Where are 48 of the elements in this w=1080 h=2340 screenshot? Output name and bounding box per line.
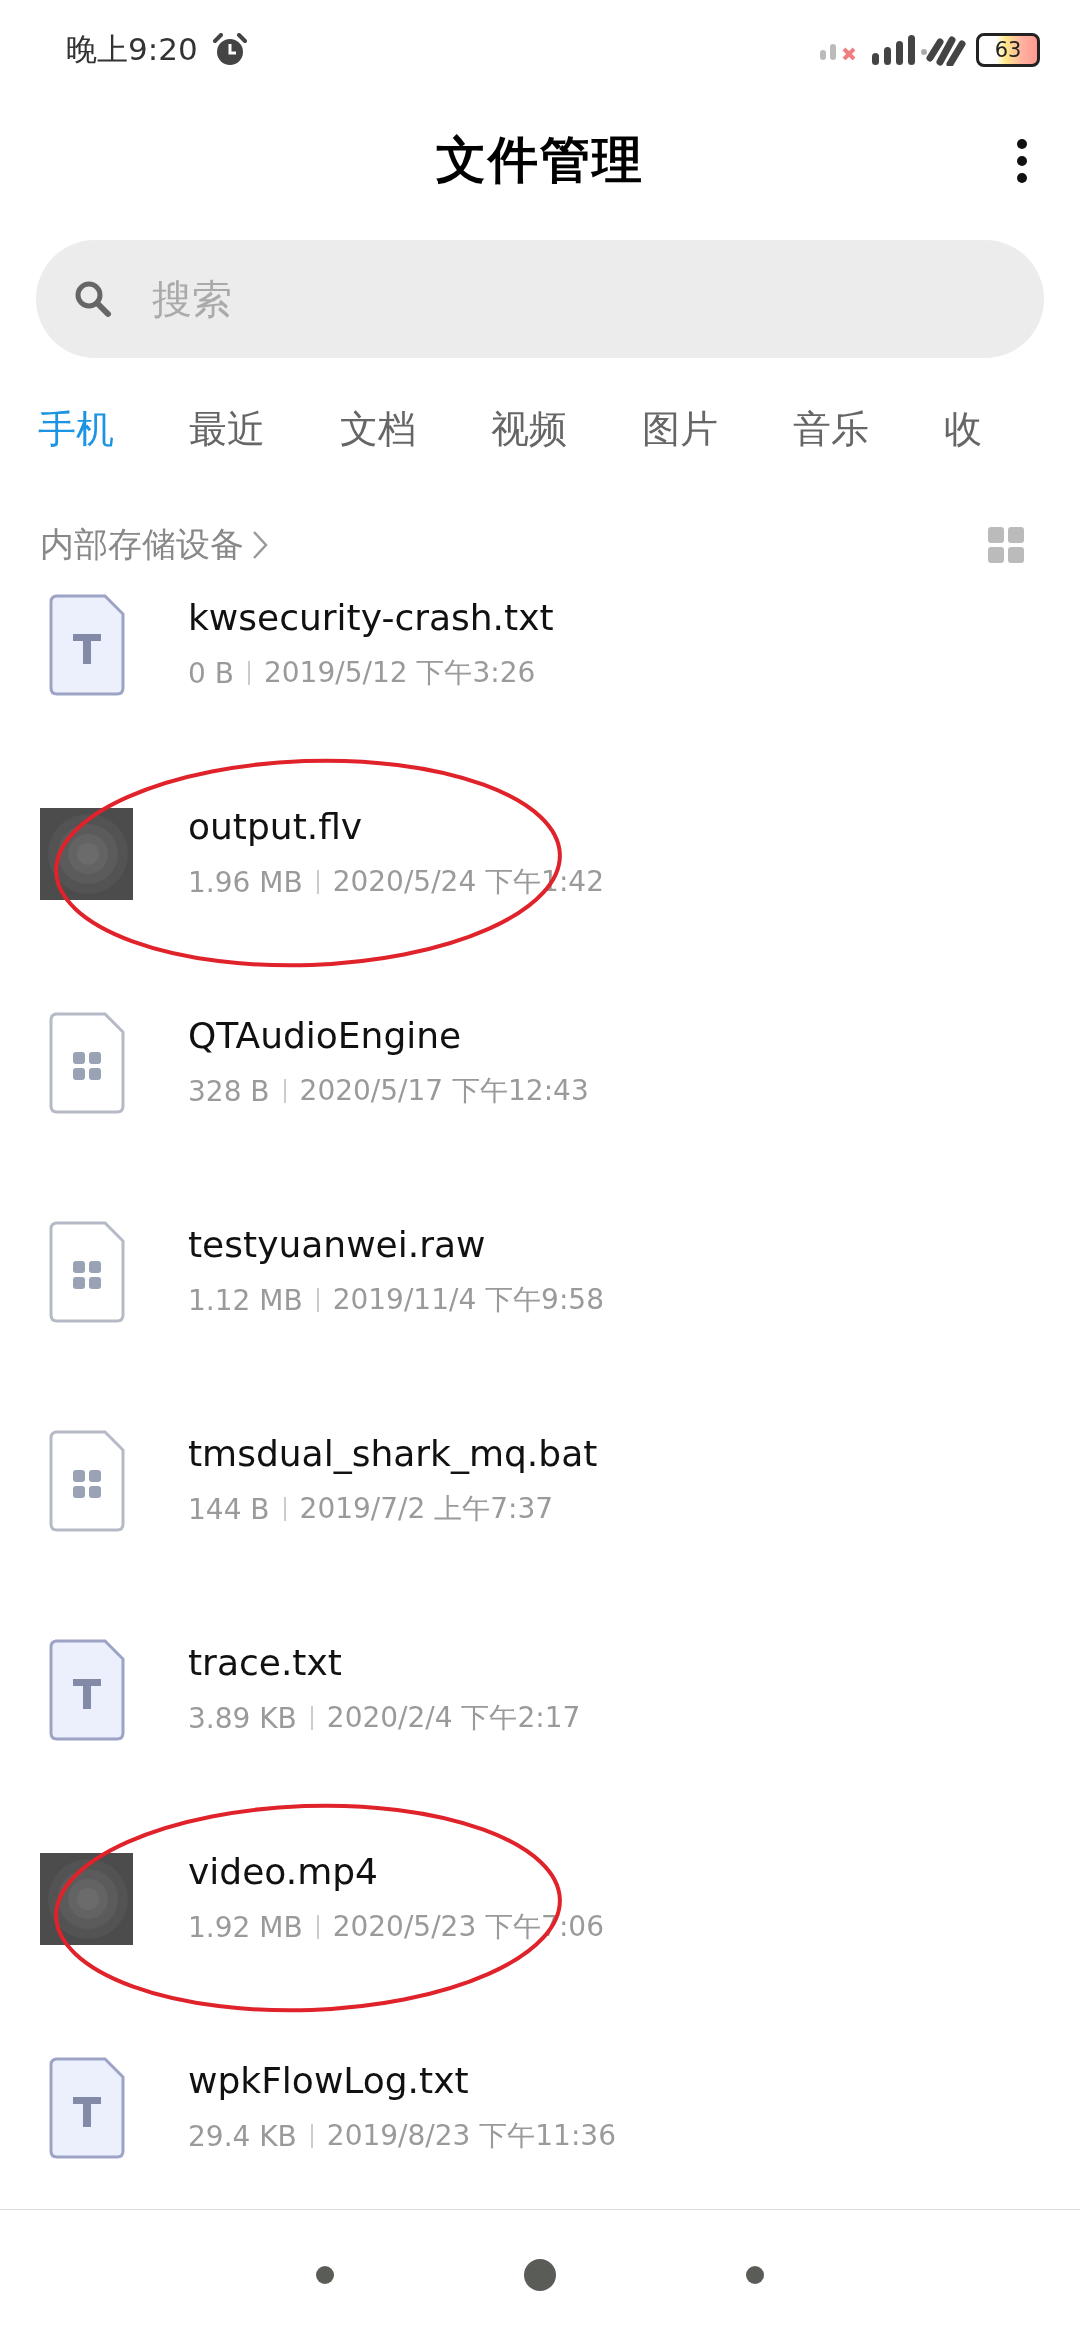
alarm-icon — [211, 33, 248, 67]
category-tab[interactable]: 最近 — [189, 403, 340, 455]
more-options-icon[interactable] — [1016, 138, 1028, 184]
file-name[interactable]: testyuanwei.raw — [188, 1224, 604, 1265]
file-date: 2019/11/4 下午9:58 — [332, 1282, 604, 1318]
wifi-icon — [920, 34, 966, 66]
file-date: 2019/7/2 上午7:37 — [299, 1491, 554, 1527]
file-name[interactable]: video.mp4 — [188, 1851, 604, 1892]
file-size: 1.96 MB — [188, 865, 303, 899]
chevron-icon — [252, 530, 268, 560]
nav-dot[interactable] — [524, 2259, 556, 2291]
file-date: 2019/5/12 下午3:26 — [263, 655, 536, 691]
page-title: 文件管理 — [436, 129, 644, 191]
file-name[interactable]: trace.txt — [188, 1642, 581, 1683]
file-date: 2020/5/17 下午12:43 — [299, 1073, 589, 1109]
text-file-icon — [49, 1638, 125, 1741]
time-text: 晚上9:20 — [66, 30, 198, 69]
text-file-icon — [49, 593, 125, 696]
file-size: 0 B — [188, 656, 234, 690]
search-icon — [74, 280, 112, 318]
battery-level-text: 63 — [994, 38, 1022, 62]
category-tab[interactable]: 收 — [944, 403, 1080, 455]
file-name[interactable]: tmsdual_shark_mq.bat — [188, 1433, 598, 1474]
file-icon — [49, 1011, 125, 1114]
category-tab[interactable]: 图片 — [642, 403, 793, 455]
file-icon — [49, 1220, 125, 1323]
file-date: 2019/8/23 下午11:36 — [326, 2118, 616, 2154]
file-date: 2020/2/4 下午2:17 — [326, 1700, 581, 1736]
file-name[interactable]: QTAudioEngine — [188, 1015, 589, 1056]
text-file-icon — [49, 2056, 125, 2159]
file-name[interactable]: kwsecurity-crash.txt — [188, 597, 554, 638]
file-name[interactable]: output.flv — [188, 806, 604, 847]
file-size: 144 B — [188, 1492, 270, 1526]
file-name[interactable]: wpkFlowLog.txt — [188, 2060, 616, 2101]
category-tab[interactable]: 文档 — [340, 403, 491, 455]
category-tab[interactable]: 视频 — [491, 403, 642, 455]
file-size: 3.89 KB — [188, 1701, 297, 1735]
file-size: 328 B — [188, 1074, 270, 1108]
breadcrumb-link[interactable]: 内部存储设备 — [40, 522, 244, 568]
nav-dot[interactable] — [746, 2266, 764, 2284]
file-size: 29.4 KB — [188, 2119, 297, 2153]
signal-icon — [872, 35, 916, 65]
nav-dot[interactable] — [316, 2266, 334, 2284]
search-field[interactable]: 搜索 — [36, 240, 1044, 358]
file-size: 1.92 MB — [188, 1910, 303, 1944]
category-tab[interactable]: 音乐 — [793, 403, 944, 455]
file-icon — [49, 1429, 125, 1532]
file-size: 1.12 MB — [188, 1283, 303, 1317]
